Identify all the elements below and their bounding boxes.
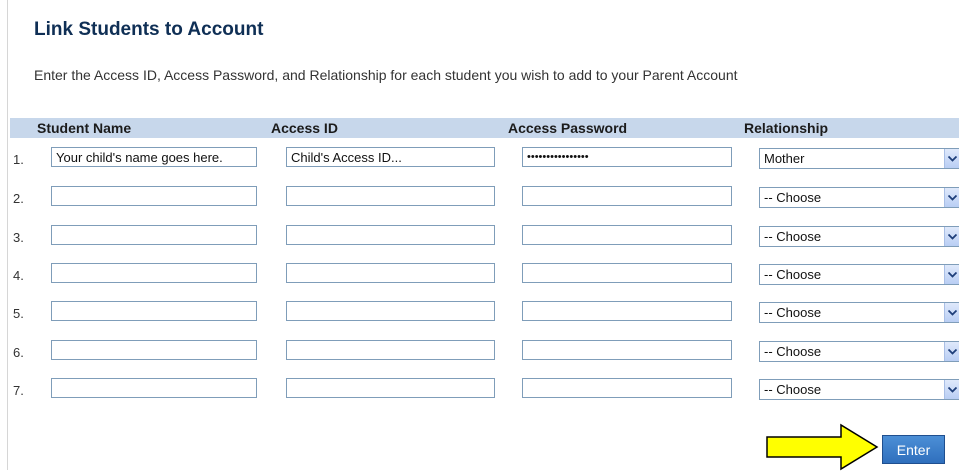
student-name-input[interactable] xyxy=(51,378,257,398)
relationship-selected-value: -- Choose xyxy=(764,190,822,205)
table-row: 7. -- Choose xyxy=(10,376,959,406)
row-number: 6. xyxy=(13,345,24,360)
table-header: Student Name Access ID Access Password R… xyxy=(10,118,959,138)
student-name-input[interactable] xyxy=(51,147,257,167)
row-number: 7. xyxy=(13,383,24,398)
access-password-input[interactable] xyxy=(522,378,732,398)
enter-button[interactable]: Enter xyxy=(882,435,945,464)
page-left-border xyxy=(7,0,8,470)
chevron-down-icon[interactable] xyxy=(944,188,959,207)
header-relationship: Relationship xyxy=(744,120,829,136)
access-id-input[interactable] xyxy=(286,225,495,245)
chevron-down-icon[interactable] xyxy=(944,303,959,322)
access-password-input[interactable] xyxy=(522,301,732,321)
access-id-input[interactable] xyxy=(286,186,495,206)
row-number: 4. xyxy=(13,268,24,283)
row-number: 5. xyxy=(13,306,24,321)
relationship-select[interactable]: -- Choose xyxy=(759,379,959,400)
student-name-input[interactable] xyxy=(51,301,257,321)
relationship-selected-value: -- Choose xyxy=(764,382,822,397)
relationship-selected-value: -- Choose xyxy=(764,305,822,320)
table-row: 6. -- Choose xyxy=(10,338,959,368)
relationship-select[interactable]: -- Choose xyxy=(759,187,959,208)
relationship-select[interactable]: Mother xyxy=(759,148,959,169)
relationship-select[interactable]: -- Choose xyxy=(759,341,959,362)
relationship-selected-value: Mother xyxy=(764,151,805,166)
table-row: 2. -- Choose xyxy=(10,184,959,214)
header-access-password: Access Password xyxy=(508,120,628,136)
access-id-input[interactable] xyxy=(286,340,495,360)
student-name-input[interactable] xyxy=(51,186,257,206)
access-id-input[interactable] xyxy=(286,378,495,398)
row-number: 2. xyxy=(13,191,24,206)
chevron-down-icon[interactable] xyxy=(944,227,959,246)
access-password-input[interactable] xyxy=(522,263,732,283)
header-access-id: Access ID xyxy=(271,120,338,136)
access-id-input[interactable] xyxy=(286,263,495,283)
right-arrow-icon xyxy=(766,423,879,471)
access-password-input[interactable] xyxy=(522,186,732,206)
student-name-input[interactable] xyxy=(51,263,257,283)
relationship-select[interactable]: -- Choose xyxy=(759,302,959,323)
access-password-input[interactable] xyxy=(522,225,732,245)
access-id-input[interactable] xyxy=(286,301,495,321)
row-number: 1. xyxy=(13,152,24,167)
table-row: 3. -- Choose xyxy=(10,223,959,253)
access-id-input[interactable] xyxy=(286,147,495,167)
chevron-down-icon[interactable] xyxy=(944,265,959,284)
header-student-name: Student Name xyxy=(37,120,132,136)
table-row: 1. Mother xyxy=(10,145,959,175)
student-name-input[interactable] xyxy=(51,340,257,360)
chevron-down-icon[interactable] xyxy=(944,342,959,361)
table-row: 5. -- Choose xyxy=(10,299,959,329)
student-name-input[interactable] xyxy=(51,225,257,245)
relationship-select[interactable]: -- Choose xyxy=(759,226,959,247)
row-number: 3. xyxy=(13,230,24,245)
access-password-input[interactable] xyxy=(522,147,732,167)
relationship-select[interactable]: -- Choose xyxy=(759,264,959,285)
relationship-selected-value: -- Choose xyxy=(764,267,822,282)
table-row: 4. -- Choose xyxy=(10,261,959,291)
access-password-input[interactable] xyxy=(522,340,732,360)
page-title: Link Students to Account xyxy=(34,19,264,40)
relationship-selected-value: -- Choose xyxy=(764,344,822,359)
chevron-down-icon[interactable] xyxy=(944,380,959,399)
relationship-selected-value: -- Choose xyxy=(764,229,822,244)
instructions-text: Enter the Access ID, Access Password, an… xyxy=(34,67,738,83)
chevron-down-icon[interactable] xyxy=(944,149,959,168)
